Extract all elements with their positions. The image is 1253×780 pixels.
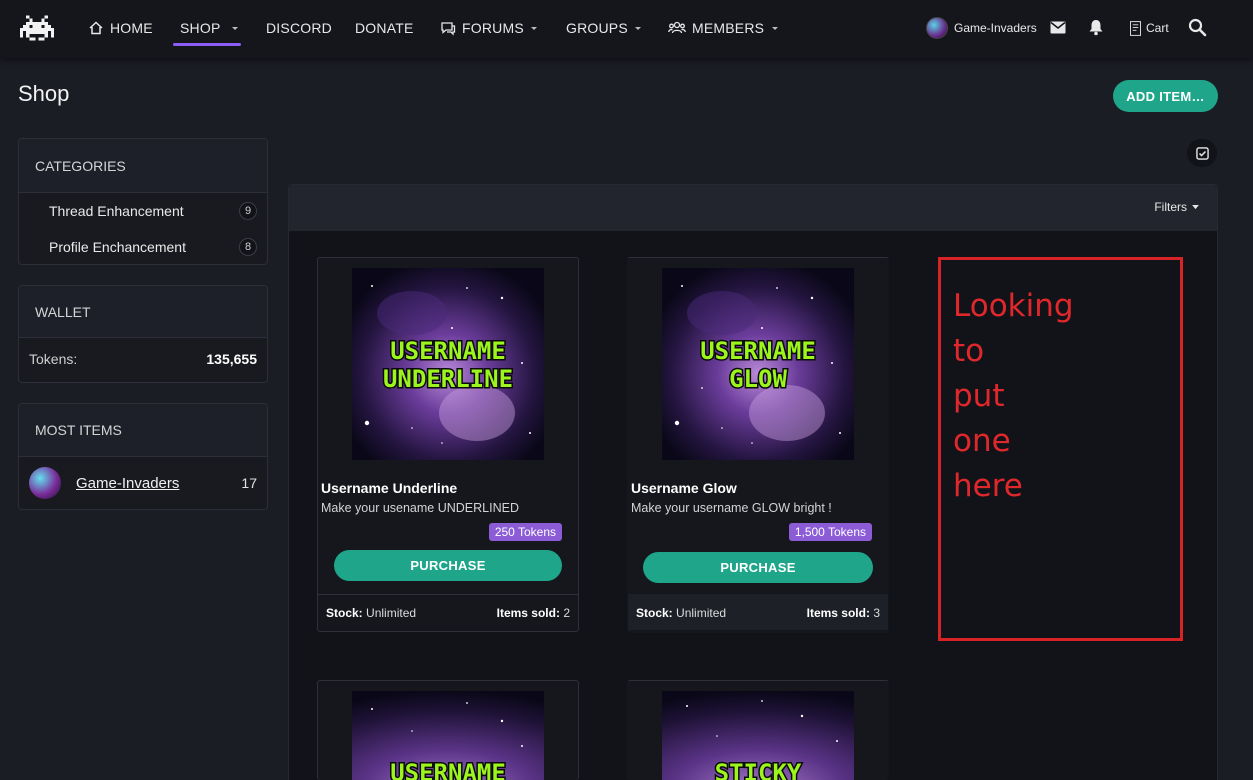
- item-image-text-line1: USERNAME: [700, 337, 816, 365]
- nav-home[interactable]: HOME: [88, 0, 153, 56]
- filters-menu[interactable]: Filters: [1154, 200, 1199, 214]
- item-title[interactable]: Username Glow: [631, 480, 737, 496]
- checkbox-icon: [1195, 146, 1209, 160]
- price-badge: 250 Tokens: [488, 523, 562, 541]
- nav-members[interactable]: MEMBERS: [668, 0, 764, 56]
- chat-icon: [441, 22, 456, 36]
- nebula-image: USERNAME UNDERLINE: [352, 268, 544, 460]
- nav-home-label: HOME: [110, 20, 153, 36]
- members-icon: [668, 21, 686, 34]
- most-items-count: 17: [241, 475, 257, 491]
- category-label: Profile Enchancement: [49, 239, 186, 255]
- receipt-icon: [1130, 20, 1141, 36]
- search-icon[interactable]: [1188, 18, 1207, 37]
- item-footer: Stock: Unlimited Items sold: 3: [628, 594, 888, 630]
- nav-groups[interactable]: GROUPS: [566, 0, 628, 56]
- shop-chevron-down-icon[interactable]: [230, 24, 240, 32]
- categories-block: CATEGORIES Thread Enhancement 9 Profile …: [18, 138, 268, 265]
- item-stock: Stock: Unlimited: [636, 605, 727, 620]
- item-sold: Items sold: 3: [806, 605, 880, 620]
- annotation-box: Looking to put one here: [938, 257, 1183, 641]
- nav-donate[interactable]: DONATE: [355, 0, 414, 56]
- category-label: Thread Enhancement: [49, 203, 184, 219]
- username-label: Game-Invaders: [954, 21, 1037, 35]
- forums-chevron-down-icon[interactable]: [529, 24, 539, 32]
- purchase-button[interactable]: PURCHASE: [643, 552, 873, 583]
- nav-discord[interactable]: DISCORD: [266, 0, 332, 56]
- category-count-badge: 8: [239, 238, 257, 256]
- filters-label: Filters: [1154, 200, 1187, 214]
- nav-forums-label: FORUMS: [462, 20, 524, 36]
- nav-shop-label: SHOP: [180, 20, 221, 36]
- item-image-text-line2: UNDERLINE: [383, 365, 513, 393]
- price-badge: 1,500 Tokens: [788, 523, 872, 541]
- most-items-row: Game-Invaders 17: [19, 457, 267, 509]
- categories-title: CATEGORIES: [19, 139, 267, 193]
- avatar[interactable]: [29, 467, 61, 499]
- item-title[interactable]: Username Underline: [321, 480, 457, 496]
- cart-link[interactable]: Cart: [1130, 0, 1169, 56]
- groups-chevron-down-icon[interactable]: [633, 24, 643, 32]
- wallet-row: Tokens: 135,655: [19, 338, 267, 380]
- nav-shop[interactable]: SHOP: [180, 0, 220, 56]
- annotation-text: Looking to put one here: [953, 288, 1074, 504]
- item-image-text-line1: USERNAME: [390, 759, 506, 780]
- wallet-tokens-label: Tokens:: [29, 351, 78, 367]
- category-count-badge: 9: [239, 202, 257, 220]
- add-item-button[interactable]: ADD ITEM…: [1113, 80, 1218, 112]
- shop-item-card: USERNAME: [317, 680, 579, 780]
- nav-groups-label: GROUPS: [566, 20, 628, 36]
- nav-donate-label: DONATE: [355, 20, 414, 36]
- shop-item-card: STICKY: [627, 680, 889, 780]
- caret-down-icon: [1192, 204, 1199, 209]
- nebula-image: STICKY: [662, 691, 854, 780]
- wallet-title: WALLET: [19, 286, 267, 338]
- item-footer: Stock: Unlimited Items sold: 2: [318, 594, 578, 630]
- most-items-title: MOST ITEMS: [19, 404, 267, 457]
- bell-icon[interactable]: [1088, 19, 1104, 36]
- mail-icon[interactable]: [1050, 21, 1066, 34]
- wallet-block: WALLET Tokens: 135,655: [18, 285, 268, 383]
- item-image-text-line1: USERNAME: [390, 337, 506, 365]
- cart-label: Cart: [1146, 21, 1169, 35]
- shop-item-card: USERNAME GLOW Username Glow Make your us…: [627, 257, 889, 633]
- nav-discord-label: DISCORD: [266, 20, 332, 36]
- nav-forums[interactable]: FORUMS: [440, 0, 524, 56]
- active-tab-indicator: [173, 43, 241, 46]
- purchase-button[interactable]: PURCHASE: [334, 550, 562, 581]
- top-navigation: HOME SHOP DISCORD DONATE FORUMS GROUPS M…: [0, 0, 1253, 58]
- category-item-thread-enhancement[interactable]: Thread Enhancement 9: [19, 193, 267, 229]
- item-image[interactable]: USERNAME: [352, 691, 544, 780]
- item-stock: Stock: Unlimited: [326, 605, 417, 620]
- page-title: Shop: [18, 81, 70, 106]
- item-image[interactable]: USERNAME GLOW: [662, 268, 854, 460]
- item-image[interactable]: USERNAME UNDERLINE: [352, 268, 544, 460]
- wallet-tokens-value: 135,655: [206, 351, 257, 367]
- nebula-image: USERNAME GLOW: [662, 268, 854, 460]
- avatar: [926, 17, 948, 39]
- nebula-image: USERNAME: [352, 691, 544, 780]
- shop-item-card: USERNAME UNDERLINE Username Underline Ma…: [317, 257, 579, 632]
- user-menu[interactable]: Game-Invaders: [926, 0, 1037, 56]
- item-sold: Items sold: 2: [496, 605, 570, 620]
- item-description: Make your usename UNDERLINED: [321, 501, 519, 515]
- most-items-username[interactable]: Game-Invaders: [76, 475, 241, 492]
- members-chevron-down-icon[interactable]: [770, 24, 780, 32]
- item-image[interactable]: STICKY: [662, 691, 854, 780]
- nav-members-label: MEMBERS: [692, 20, 765, 36]
- item-image-text-line2: GLOW: [729, 365, 787, 393]
- select-items-toggle[interactable]: [1187, 139, 1217, 167]
- shop-items-header: Filters: [289, 185, 1217, 231]
- item-description: Make your username GLOW bright !: [631, 501, 832, 515]
- category-item-profile-enchancement[interactable]: Profile Enchancement 8: [19, 229, 267, 265]
- space-invader-logo[interactable]: [20, 14, 54, 42]
- home-icon: [89, 21, 103, 35]
- most-items-block: MOST ITEMS Game-Invaders 17: [18, 403, 268, 510]
- item-image-text-line1: STICKY: [715, 759, 802, 780]
